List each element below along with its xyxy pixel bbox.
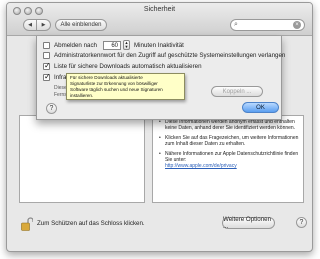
faded-text: Diese xyxy=(54,85,67,91)
privacy-link[interactable]: http://www.apple.com/de/privacy xyxy=(165,163,299,169)
info-item: • Diese Informationen werden anonym erfa… xyxy=(159,119,299,132)
info-text: Nähere Informationen zur Apple Datenschu… xyxy=(165,150,299,164)
tooltip-line: installieren. xyxy=(70,93,94,98)
admin-password-label: Administratorkennwort für den Zugriff au… xyxy=(54,52,286,59)
minutes-stepper[interactable]: ▲ ▼ xyxy=(123,40,130,50)
help-icon[interactable]: ? xyxy=(46,103,57,114)
faded-text: Ferns xyxy=(54,92,67,98)
admin-password-row: Administratorkennwort für den Zugriff au… xyxy=(43,52,285,59)
info-text: Klicken Sie auf das Fragezeichen, um wei… xyxy=(165,134,299,148)
pair-button[interactable]: Koppeln ... xyxy=(211,86,263,97)
logout-row: Abmelden nach 60 ▲ ▼ Minuten Inaktivität xyxy=(43,40,184,50)
admin-password-checkbox[interactable] xyxy=(43,52,50,59)
safe-downloads-checkbox[interactable] xyxy=(43,61,51,70)
bottom-bar: Zum Schützen auf das Schloss klicken. We… xyxy=(7,207,312,251)
logout-checkbox[interactable] xyxy=(43,41,50,49)
infrared-label-start: Infra xyxy=(54,74,67,81)
tooltip: Für sichere Downloads aktualisierte Sign… xyxy=(66,73,185,100)
logout-minutes-field[interactable]: 60 xyxy=(103,40,121,50)
show-all-button[interactable]: Alle einblenden xyxy=(55,19,107,31)
info-item: • Klicken Sie auf das Fragezeichen, um w… xyxy=(159,135,299,148)
info-item: • Nähere Informationen zur Apple Datensc… xyxy=(159,151,299,164)
lock-hint-text: Zum Schützen auf das Schloss klicken. xyxy=(37,220,145,227)
preferences-window: Sicherheit ◀ ▶ Alle einblenden ⌕ × • Die… xyxy=(6,2,313,252)
back-arrow-icon: ◀ xyxy=(28,22,32,28)
info-text: Diese Informationen werden anonym erfass… xyxy=(165,119,296,132)
titlebar: Sicherheit ◀ ▶ Alle einblenden ⌕ × xyxy=(7,3,312,36)
help-icon[interactable]: ? xyxy=(296,217,307,228)
ok-button[interactable]: OK xyxy=(242,102,279,113)
safe-downloads-label: Liste für sichere Downloads automatisch … xyxy=(54,63,202,70)
logout-suffix: Minuten Inaktivität xyxy=(134,41,184,49)
infrared-checkbox[interactable] xyxy=(43,72,51,81)
back-button[interactable]: ◀ xyxy=(23,19,37,31)
forward-button[interactable]: ▶ xyxy=(37,19,51,31)
category-list[interactable] xyxy=(19,115,145,203)
search-field[interactable]: ⌕ × xyxy=(230,19,305,31)
clear-search-icon[interactable]: × xyxy=(293,21,301,29)
safe-downloads-row: Liste für sichere Downloads automatisch … xyxy=(43,61,202,70)
lock-open-icon[interactable] xyxy=(21,217,33,231)
info-panel: • Diese Informationen werden anonym erfa… xyxy=(152,115,304,203)
window-title: Sicherheit xyxy=(143,6,176,13)
advanced-options-button[interactable]: Weitere Optionen ... xyxy=(222,216,275,230)
forward-arrow-icon: ▶ xyxy=(41,22,46,28)
search-icon: ⌕ xyxy=(234,21,238,28)
logout-label: Abmelden nach xyxy=(54,41,97,49)
